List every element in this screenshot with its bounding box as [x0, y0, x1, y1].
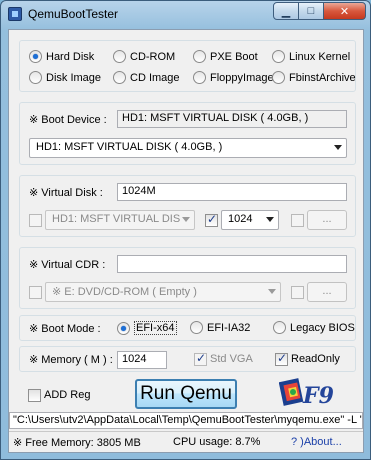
boot-device-label: ※ Boot Device :: [29, 114, 107, 126]
radio-dot: [193, 50, 206, 63]
virtual-disk-size-checkbox[interactable]: [205, 212, 218, 227]
radio-dot: [113, 71, 126, 84]
boot-device-select-value: HD1: MSFT VIRTUAL DISK ( 4.0GB, ): [36, 141, 223, 153]
command-line-field[interactable]: "C:\Users\utv2\AppData\Local\Temp\QemuBo…: [9, 412, 363, 429]
add-reg-checkbox[interactable]: [28, 389, 41, 402]
chevron-down-icon: [334, 145, 342, 150]
virtual-disk-enable-checkbox[interactable]: [29, 214, 42, 227]
virtual-cdr-device-select[interactable]: ※ E: DVD/CD-ROM ( Empty ): [45, 282, 281, 302]
virtual-disk-size-select[interactable]: 1024: [221, 210, 279, 230]
memory-field[interactable]: 1024: [117, 351, 167, 369]
add-reg-label: ADD Reg: [44, 389, 91, 401]
app-logo: F9: [278, 376, 349, 410]
window-title: QemuBootTester: [28, 7, 119, 21]
radio-efi-ia32[interactable]: EFI-IA32: [190, 321, 250, 334]
chevron-down-icon: [182, 217, 190, 222]
radio-dot: [272, 50, 285, 63]
virtual-cdr-field[interactable]: [117, 255, 347, 273]
radio-cd-rom[interactable]: CD-ROM: [113, 50, 175, 63]
client-area: Hard Disk CD-ROM PXE Boot Linux Kernel D…: [8, 29, 364, 453]
virtual-disk-browse-button[interactable]: ...: [307, 210, 347, 230]
radio-label: Linux Kernel: [289, 50, 351, 63]
virtual-disk-label: ※ Virtual Disk :: [29, 187, 103, 199]
radio-dot: [29, 71, 42, 84]
radio-label: PXE Boot: [210, 50, 258, 63]
readonly-label: ReadOnly: [291, 353, 340, 365]
radio-legacy-bios[interactable]: Legacy BIOS: [273, 321, 355, 334]
radio-label: CD Image: [130, 71, 180, 84]
status-bar: ※ Free Memory: 3805 MB CPU usage: 8.7% ?…: [9, 431, 363, 452]
radio-dot: [113, 50, 126, 63]
radio-dot: [273, 321, 286, 334]
std-vga-checkbox[interactable]: [194, 351, 207, 366]
maximize-button[interactable]: □: [298, 2, 324, 20]
chevron-down-icon: [268, 289, 276, 294]
radio-dot: [193, 71, 206, 84]
std-vga-label: Std VGA: [210, 353, 253, 365]
radio-label: CD-ROM: [130, 50, 176, 63]
maximize-icon: □: [307, 5, 315, 17]
radio-dot: [190, 321, 203, 334]
cpu-usage-status: CPU usage: 8.7%: [173, 436, 261, 448]
free-memory-status: ※ Free Memory: 3805 MB: [13, 437, 141, 449]
boot-mode-label: ※ Boot Mode :: [29, 323, 101, 335]
radio-efi-x64[interactable]: EFI-x64: [117, 321, 177, 335]
minimize-icon: ▁: [281, 5, 291, 18]
memory-label: ※ Memory ( M ) :: [29, 354, 113, 366]
boot-device-select[interactable]: HD1: MSFT VIRTUAL DISK ( 4.0GB, ): [29, 138, 347, 158]
virtual-disk-size-field[interactable]: 1024M: [117, 183, 347, 201]
radio-floppy-image[interactable]: FloppyImage: [193, 71, 274, 84]
app-window: QemuBootTester ▁ □ ✕ Hard Disk CD-ROM PX…: [0, 0, 371, 460]
radio-hard-disk[interactable]: Hard Disk: [29, 50, 94, 63]
radio-label: EFI-IA32: [207, 321, 251, 334]
radio-fbinst-archive[interactable]: FbinstArchive: [272, 71, 356, 84]
radio-pxe-boot[interactable]: PXE Boot: [193, 50, 258, 63]
radio-disk-image[interactable]: Disk Image: [29, 71, 101, 84]
virtual-disk-group: ※ Virtual Disk : 1024M HD1: MSFT VIRTUAL…: [19, 175, 356, 237]
readonly-checkbox[interactable]: [275, 351, 288, 366]
radio-label: Disk Image: [46, 71, 102, 84]
virtual-disk-device-select[interactable]: HD1: MSFT VIRTUAL DIS: [45, 210, 195, 230]
virtual-disk-file-checkbox[interactable]: [291, 214, 304, 227]
radio-label: FbinstArchive: [289, 71, 356, 84]
minimize-button[interactable]: ▁: [273, 2, 299, 20]
virtual-cdr-file-checkbox[interactable]: [291, 286, 304, 299]
logo-icon: F9: [278, 378, 334, 409]
radio-cd-image[interactable]: CD Image: [113, 71, 180, 84]
radio-dot: [117, 321, 130, 335]
radio-dot: [272, 71, 285, 84]
radio-label: Legacy BIOS: [290, 321, 355, 334]
radio-linux-kernel[interactable]: Linux Kernel: [272, 50, 350, 63]
virtual-disk-size-value: 1024: [228, 213, 253, 225]
radio-label: FloppyImage: [210, 71, 274, 84]
boot-device-group: ※ Boot Device : HD1: MSFT VIRTUAL DISK (…: [19, 102, 356, 165]
boot-mode-group: ※ Boot Mode : EFI-x64 EFI-IA32 Legacy BI…: [19, 315, 356, 341]
radio-label: Hard Disk: [46, 50, 95, 63]
boot-device-field[interactable]: HD1: MSFT VIRTUAL DISK ( 4.0GB, ): [117, 110, 347, 128]
virtual-cdr-enable-checkbox[interactable]: [29, 286, 42, 299]
virtual-cdr-browse-button[interactable]: ...: [307, 282, 347, 302]
boot-source-group: Hard Disk CD-ROM PXE Boot Linux Kernel D…: [19, 40, 356, 92]
radio-dot: [29, 50, 42, 63]
close-icon: ✕: [339, 5, 350, 18]
title-bar[interactable]: QemuBootTester ▁ □ ✕: [1, 1, 370, 27]
virtual-disk-device-value: HD1: MSFT VIRTUAL DIS: [52, 213, 181, 225]
virtual-cdr-label: ※ Virtual CDR :: [29, 259, 106, 271]
virtual-cdr-group: ※ Virtual CDR : ※ E: DVD/CD-ROM ( Empty …: [19, 247, 356, 309]
window-controls: ▁ □ ✕: [273, 2, 366, 22]
memory-group: ※ Memory ( M ) : 1024 Std VGA ReadOnly: [19, 346, 356, 372]
chevron-down-icon: [266, 217, 274, 222]
logo-text: F9: [302, 383, 334, 409]
about-link[interactable]: ? )About...: [291, 436, 342, 448]
close-button[interactable]: ✕: [323, 2, 366, 20]
app-icon: [8, 7, 22, 21]
virtual-cdr-device-value: ※ E: DVD/CD-ROM ( Empty ): [52, 286, 197, 298]
run-qemu-button[interactable]: Run Qemu: [135, 379, 237, 409]
radio-label: EFI-x64: [134, 321, 177, 335]
